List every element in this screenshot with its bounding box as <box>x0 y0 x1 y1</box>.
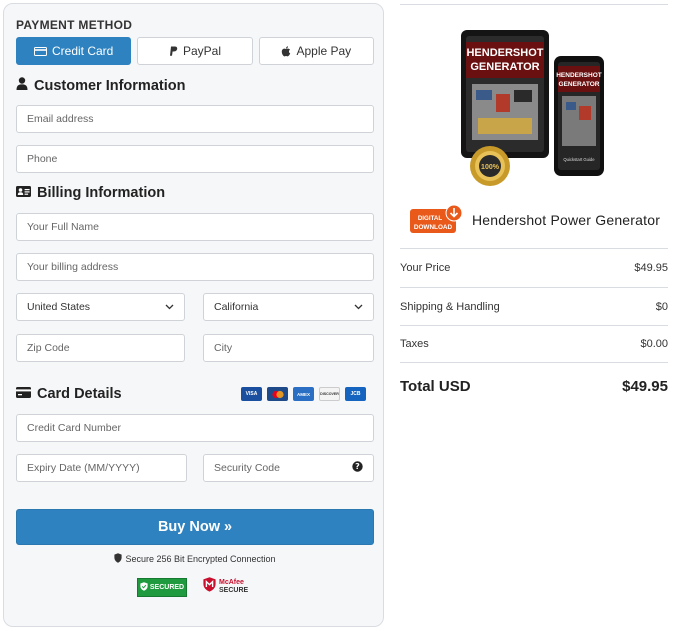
summary-row-value: $0 <box>655 300 668 313</box>
payment-method-label: PAYMENT METHOD <box>16 18 133 32</box>
summary-row-label: Taxes <box>400 338 429 350</box>
product-title-row: DIGITAL DOWNLOAD Hendershot Power Genera… <box>410 204 661 235</box>
email-field[interactable] <box>16 105 374 133</box>
svg-text:HENDERSHOT: HENDERSHOT <box>466 47 543 59</box>
product-name: Hendershot Power Generator <box>472 212 661 228</box>
billing-address-input[interactable] <box>27 261 363 273</box>
summary-row-taxes: Taxes $0.00 <box>400 325 668 362</box>
question-circle-icon[interactable]: ? <box>352 461 363 475</box>
summary-row-total: Total USD $49.95 <box>400 362 668 409</box>
zip-code-field[interactable] <box>16 334 185 362</box>
mcafee-shield-icon <box>203 577 216 597</box>
full-name-field[interactable] <box>16 213 374 241</box>
state-select[interactable]: California <box>203 293 374 321</box>
mcafee-name: McAfee <box>219 579 244 586</box>
summary-row-label: Your Price <box>400 261 451 274</box>
checkmark-shield-icon <box>140 581 148 593</box>
billing-info-title: Billing Information <box>37 185 166 201</box>
product-image: HENDERSHOT GENERATOR HENDERSHOT GENERATO… <box>458 28 608 190</box>
tab-paypal-label: PayPal <box>182 44 221 58</box>
shield-icon <box>114 553 123 565</box>
tab-apple-pay[interactable]: Apple Pay <box>258 37 374 65</box>
tab-apple-pay-label: Apple Pay <box>296 44 352 58</box>
buy-now-button[interactable]: Buy Now » <box>16 509 374 545</box>
digital-download-badge: DIGITAL DOWNLOAD <box>410 204 464 235</box>
trust-badges: SECURED McAfee SECURE <box>137 577 248 597</box>
card-details-heading: Card Details <box>16 386 122 402</box>
full-name-input[interactable] <box>27 221 363 233</box>
summary-row-value: $49.95 <box>634 261 668 274</box>
apple-icon <box>281 45 291 57</box>
paypal-icon <box>169 46 178 57</box>
credit-card-icon <box>16 386 31 402</box>
city-input[interactable] <box>214 342 363 354</box>
id-card-icon <box>16 185 31 201</box>
secured-badge-text: SECURED <box>149 583 185 591</box>
summary-top-divider <box>400 4 668 5</box>
credit-card-icon <box>33 46 47 56</box>
secure-connection-note: Secure 256 Bit Encrypted Connection <box>16 553 374 565</box>
city-field[interactable] <box>203 334 374 362</box>
total-value: $49.95 <box>622 377 668 395</box>
jcb-logo-icon: JCB <box>345 387 366 401</box>
tab-credit-card-label: Credit Card <box>51 44 114 58</box>
security-code-input[interactable] <box>214 462 352 474</box>
svg-text:HENDERSHOT: HENDERSHOT <box>556 72 602 79</box>
discover-logo-icon: DISCOVER <box>319 387 340 401</box>
summary-row-label: Shipping & Handling <box>400 300 500 313</box>
chevron-down-icon <box>165 302 174 312</box>
phone-input[interactable] <box>27 153 363 165</box>
zip-code-input[interactable] <box>27 342 174 354</box>
amex-logo-icon: AMEX <box>293 387 314 401</box>
chevron-down-icon <box>354 302 363 312</box>
svg-text:?: ? <box>355 462 360 471</box>
visa-logo-icon: VISA <box>241 387 262 401</box>
expiry-date-input[interactable] <box>27 462 176 474</box>
card-number-field[interactable] <box>16 414 374 442</box>
svg-text:100%: 100% <box>481 164 500 171</box>
tab-credit-card[interactable]: Credit Card <box>16 37 132 65</box>
security-code-field[interactable]: ? <box>203 454 374 482</box>
summary-row-shipping: Shipping & Handling $0 <box>400 287 668 325</box>
svg-text:GENERATOR: GENERATOR <box>559 81 600 88</box>
svg-text:Quickstart Guide: Quickstart Guide <box>563 157 595 162</box>
payment-method-tabs: Credit Card PayPal Apple Pay <box>16 37 374 65</box>
total-label: Total USD <box>400 377 471 395</box>
billing-address-field[interactable] <box>16 253 374 281</box>
summary-row-value: $0.00 <box>640 338 668 350</box>
checkout-form-panel: PAYMENT METHOD Credit Card PayPal Apple … <box>3 3 384 627</box>
secured-badge: SECURED <box>137 577 187 597</box>
customer-info-heading: Customer Information <box>16 77 185 94</box>
mcafee-secure-text: SECURE <box>219 587 249 594</box>
country-select-value: United States <box>27 301 91 313</box>
summary-row-price: Your Price $49.95 <box>400 248 668 286</box>
mastercard-logo-icon <box>267 387 288 401</box>
tab-paypal[interactable]: PayPal <box>137 37 253 65</box>
state-select-value: California <box>214 301 259 313</box>
billing-info-heading: Billing Information <box>16 185 165 201</box>
badge-line-2: DOWNLOAD <box>414 224 453 231</box>
mcafee-secure-badge: McAfee SECURE <box>203 577 248 597</box>
card-details-title: Card Details <box>37 386 122 402</box>
badge-line-1: DIGITAL <box>418 215 443 222</box>
card-number-input[interactable] <box>27 422 363 434</box>
svg-text:GENERATOR: GENERATOR <box>470 61 539 73</box>
secure-connection-text: Secure 256 Bit Encrypted Connection <box>125 554 276 564</box>
customer-info-title: Customer Information <box>34 77 186 94</box>
email-input[interactable] <box>27 113 363 125</box>
expiry-date-field[interactable] <box>16 454 187 482</box>
accepted-cards: VISA AMEX DISCOVER JCB <box>241 387 366 401</box>
phone-field[interactable] <box>16 145 374 173</box>
user-icon <box>16 77 28 94</box>
country-select[interactable]: United States <box>16 293 185 321</box>
